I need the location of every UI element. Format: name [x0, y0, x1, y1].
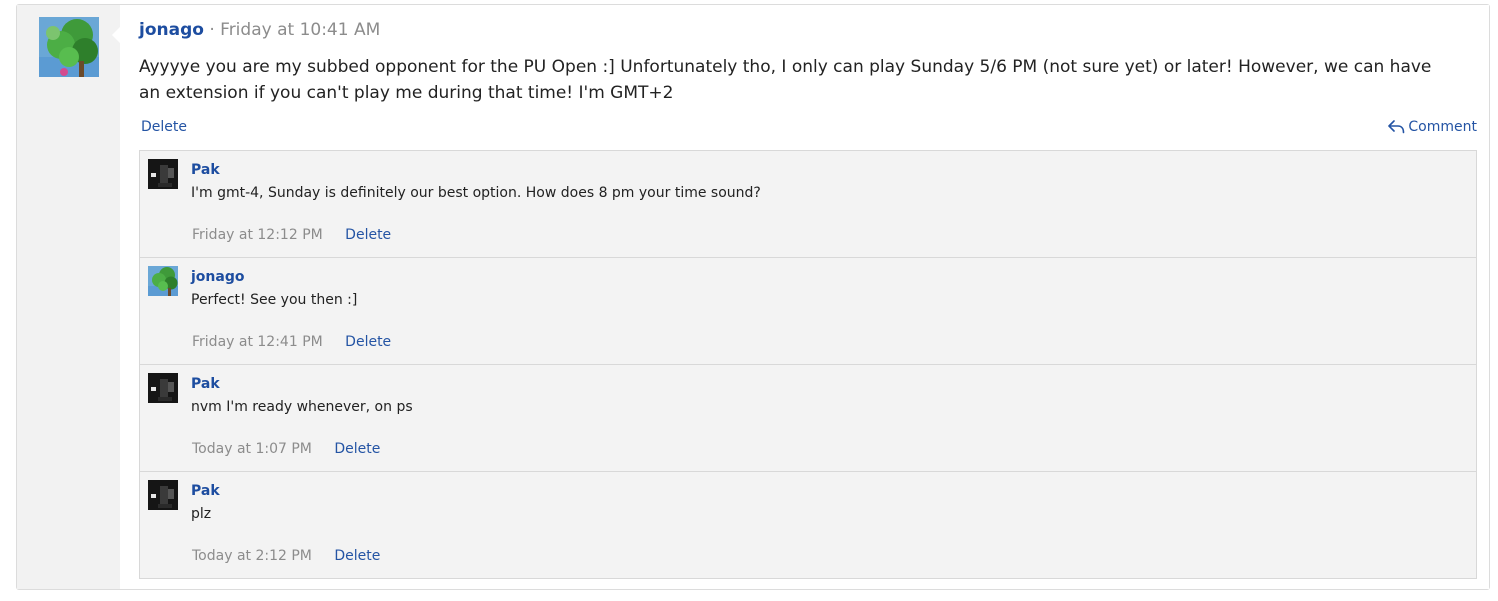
comment-delete-link[interactable]: Delete	[334, 548, 380, 564]
arrow-pointer	[112, 27, 120, 43]
comment-timestamp[interactable]: Today at 2:12 PM	[192, 548, 312, 564]
avatar[interactable]	[39, 17, 99, 77]
comment-item: Pak plz Today at 2:12 PM Delete	[140, 472, 1476, 578]
post-body: Ayyyye you are my subbed opponent for th…	[139, 57, 1432, 103]
comment-meta: Today at 1:07 PM Delete	[192, 441, 380, 457]
avatar-column	[17, 5, 121, 589]
comment-timestamp[interactable]: Friday at 12:41 PM	[192, 334, 323, 350]
comment-username[interactable]: Pak	[191, 376, 220, 392]
comment-item: Pak nvm I'm ready whenever, on ps Today …	[140, 365, 1476, 472]
comment-list: Pak I'm gmt-4, Sunday is definitely our …	[139, 150, 1477, 579]
comment-username[interactable]: Pak	[191, 162, 220, 178]
comment-timestamp[interactable]: Friday at 12:12 PM	[192, 227, 323, 243]
comment-meta: Friday at 12:41 PM Delete	[192, 334, 391, 350]
comment-delete-link[interactable]: Delete	[345, 227, 391, 243]
comment-delete-link[interactable]: Delete	[345, 334, 391, 350]
comment-username[interactable]: Pak	[191, 483, 220, 499]
profile-post-card: jonago · Friday at 10:41 AM Ayyyye you a…	[16, 4, 1490, 590]
avatar[interactable]	[148, 159, 178, 189]
post-timestamp[interactable]: Friday at 10:41 AM	[220, 20, 380, 40]
comment-item: Pak I'm gmt-4, Sunday is definitely our …	[140, 151, 1476, 258]
reply-arrow-icon	[1388, 120, 1405, 134]
comment-timestamp[interactable]: Today at 1:07 PM	[192, 441, 312, 457]
comment-meta: Friday at 12:12 PM Delete	[192, 227, 391, 243]
comment-label: Comment	[1408, 119, 1477, 135]
avatar[interactable]	[148, 480, 178, 510]
comment-text: I'm gmt-4, Sunday is definitely our best…	[191, 185, 761, 201]
avatar[interactable]	[148, 266, 178, 296]
comment-delete-link[interactable]: Delete	[334, 441, 380, 457]
comment-text: plz	[191, 506, 212, 522]
post-username[interactable]: jonago	[139, 20, 204, 40]
comment-text: nvm I'm ready whenever, on ps	[191, 399, 413, 415]
comment-button[interactable]: Comment	[1388, 119, 1477, 135]
comment-text: Perfect! See you then :]	[191, 292, 358, 308]
separator-dot: ·	[209, 20, 215, 40]
comment-item: jonago Perfect! See you then :] Friday a…	[140, 258, 1476, 365]
comment-username[interactable]: jonago	[191, 269, 244, 285]
post-delete-link[interactable]: Delete	[141, 119, 187, 135]
comment-meta: Today at 2:12 PM Delete	[192, 548, 380, 564]
post-panel: jonago · Friday at 10:41 AM Ayyyye you a…	[112, 5, 1489, 589]
post-header: jonago · Friday at 10:41 AM	[139, 20, 380, 40]
avatar[interactable]	[148, 373, 178, 403]
